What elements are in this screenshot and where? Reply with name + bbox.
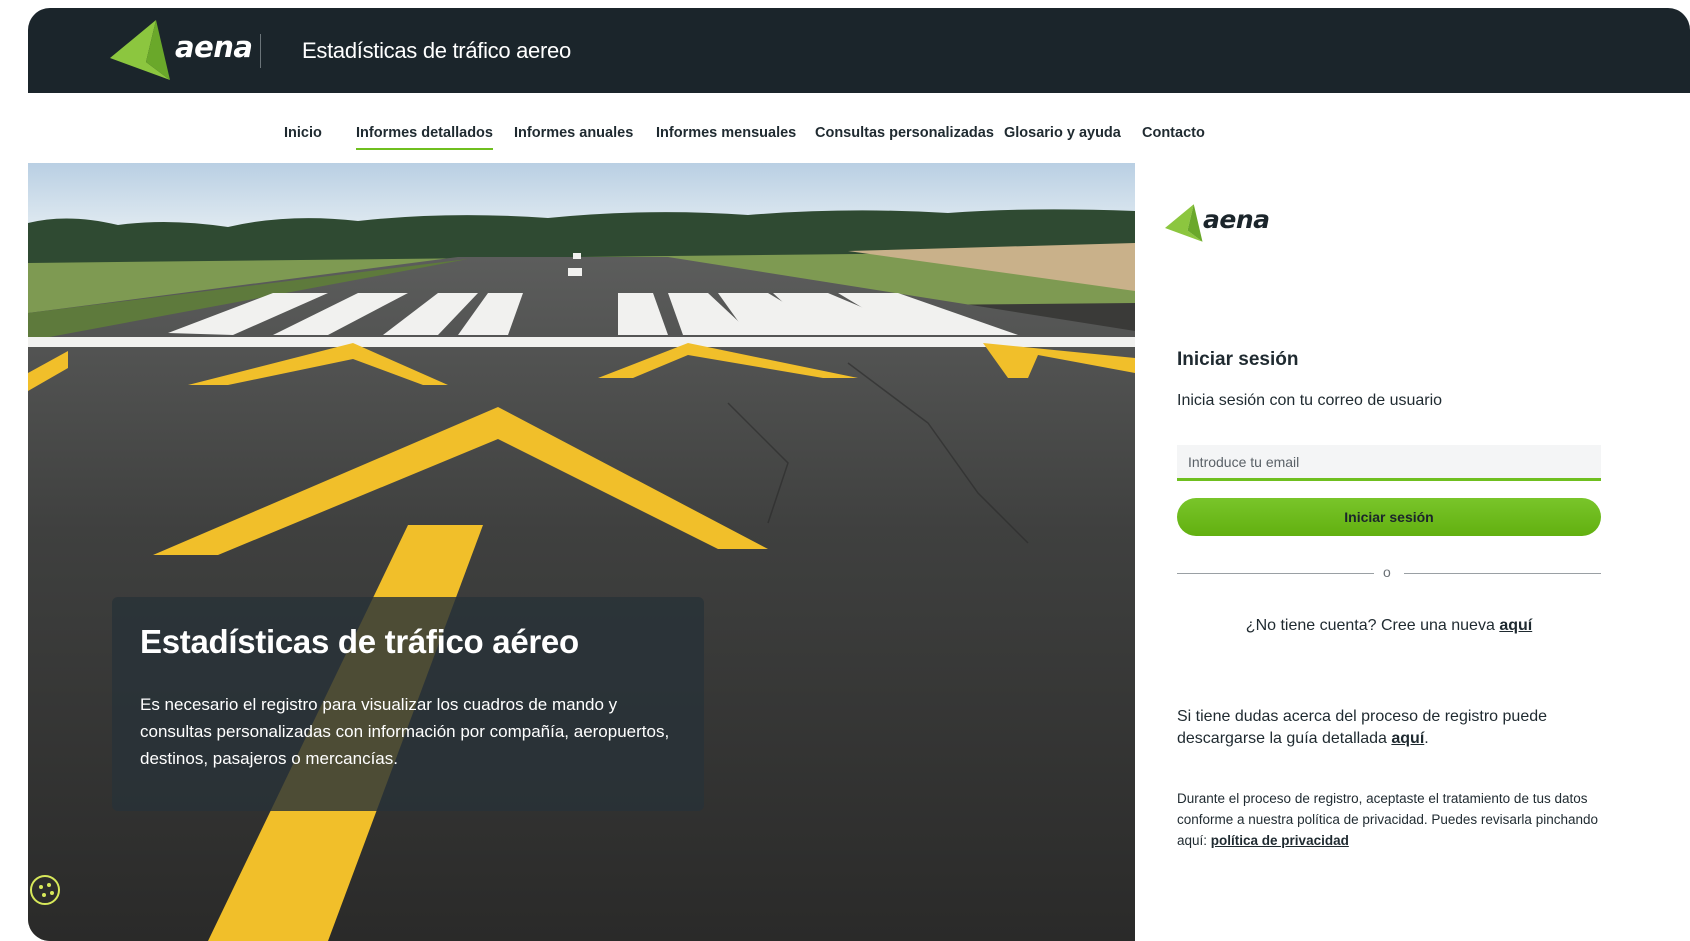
runway-image	[28, 163, 1135, 941]
divider-or: o	[1383, 564, 1391, 580]
login-button[interactable]: Iniciar sesión	[1177, 498, 1601, 536]
app-window: aena Estadísticas de tráfico aereo Inici…	[28, 8, 1690, 941]
divider-left	[1177, 573, 1374, 574]
login-title: Iniciar sesión	[1177, 349, 1299, 370]
privacy-text: Durante el proceso de registro, aceptast…	[1177, 788, 1617, 851]
cookie-icon[interactable]	[30, 875, 60, 905]
hero-description: Es necesario el registro para visualizar…	[140, 695, 670, 768]
privacy-policy-link[interactable]: política de privacidad	[1211, 833, 1349, 848]
hero-card: Estadísticas de tráfico aéreo Es necesar…	[112, 597, 704, 811]
nav-item-inicio[interactable]: Inicio	[284, 125, 322, 141]
help-text: Si tiene dudas acerca del proceso de reg…	[1177, 706, 1617, 750]
app-title: Estadísticas de tráfico aereo	[302, 38, 571, 63]
hero-title: Estadísticas de tráfico aéreo	[140, 623, 579, 660]
nav-item-informes-mensuales[interactable]: Informes mensuales	[656, 125, 796, 141]
top-header: aena Estadísticas de tráfico aereo	[28, 8, 1690, 93]
guide-download-link[interactable]: aquí	[1391, 730, 1424, 747]
nav-item-contacto[interactable]: Contacto	[1142, 125, 1205, 141]
nav-item-consultas-personalizadas[interactable]: Consultas personalizadas	[815, 125, 994, 141]
aena-logo-icon[interactable]	[110, 18, 174, 82]
help-suffix: .	[1424, 730, 1429, 747]
login-subtitle: Inicia sesión con tu correo de usuario	[1177, 392, 1443, 409]
hero-section: Estadísticas de tráfico aéreo Es necesar…	[28, 163, 1135, 941]
divider-right	[1404, 573, 1601, 574]
no-account-label: ¿No tiene cuenta? Cree una nueva	[1245, 617, 1495, 634]
email-field[interactable]	[1177, 445, 1601, 481]
create-account-link[interactable]: aquí	[1499, 617, 1532, 634]
logo-text[interactable]: aena	[175, 30, 253, 64]
nav-item-informes-anuales[interactable]: Informes anuales	[514, 125, 633, 141]
login-panel: aena Iniciar sesión Inicia sesión con tu…	[1135, 163, 1690, 941]
nav-item-glosario-ayuda[interactable]: Glosario y ayuda	[1004, 125, 1121, 141]
nav-item-informes-detallados[interactable]: Informes detallados	[356, 125, 493, 150]
side-logo-text: aena	[1203, 205, 1270, 234]
aena-logo-icon-small	[1165, 204, 1203, 242]
no-account-text: ¿No tiene cuenta? Cree una nueva aquí	[1177, 617, 1601, 635]
help-label: Si tiene dudas acerca del proceso de reg…	[1177, 708, 1548, 747]
header-divider	[260, 34, 261, 68]
main-nav: Inicio Informes detallados Informes anua…	[28, 93, 1690, 163]
